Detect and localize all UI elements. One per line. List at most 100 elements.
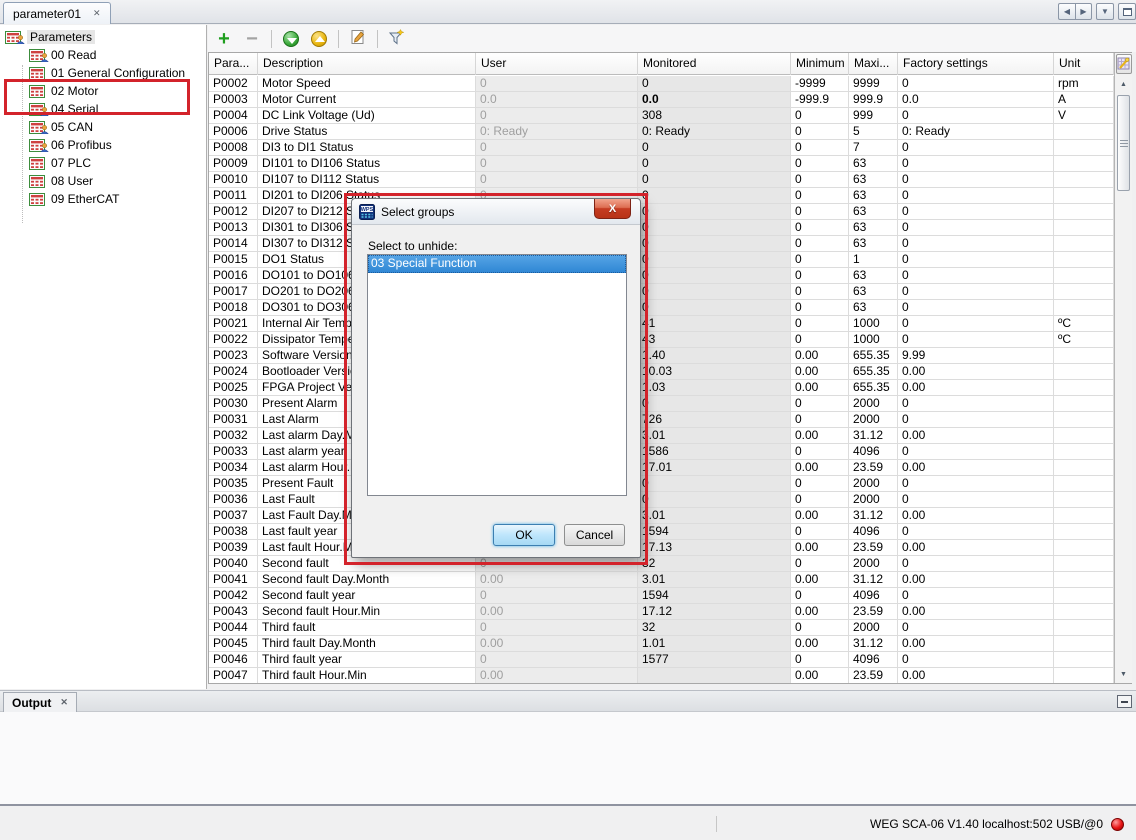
- table-row-P0030[interactable]: P0030Present Alarm00020000: [209, 396, 1114, 412]
- table-row-P0013[interactable]: P0013DI301 to DI306 Status000630: [209, 220, 1114, 236]
- tab-output[interactable]: Output ✕: [3, 692, 77, 712]
- table-row-P0008[interactable]: P0008DI3 to DI1 Status00070: [209, 140, 1114, 156]
- write-to-drive-button[interactable]: [308, 28, 330, 50]
- read-from-drive-button[interactable]: [280, 28, 302, 50]
- table-row-P0041[interactable]: P0041Second fault Day.Month0.003.010.003…: [209, 572, 1114, 588]
- table-row-P0045[interactable]: P0045Third fault Day.Month0.001.010.0031…: [209, 636, 1114, 652]
- tab-scroll-right-button[interactable]: ▶: [1075, 3, 1092, 20]
- cell-P0042-user[interactable]: 0: [476, 588, 638, 604]
- tree-item-06-profibus[interactable]: 06 Profibus: [29, 136, 112, 154]
- cell-P0046-user[interactable]: 0: [476, 652, 638, 668]
- table-row-P0040[interactable]: P0040Second fault032020000: [209, 556, 1114, 572]
- table-row-P0016[interactable]: P0016DO101 to DO106 Status000630: [209, 268, 1114, 284]
- column-header-description[interactable]: Description: [258, 53, 476, 75]
- cell-P0041-user[interactable]: 0.00: [476, 572, 638, 588]
- filter-groups-button[interactable]: [386, 28, 408, 50]
- column-header-unit[interactable]: Unit: [1054, 53, 1114, 75]
- cell-P0018-factory: 0: [898, 300, 1054, 316]
- table-row-P0044[interactable]: P0044Third fault032020000: [209, 620, 1114, 636]
- column-header-factorysettings[interactable]: Factory settings: [898, 53, 1054, 75]
- column-customize-button[interactable]: [1116, 54, 1132, 74]
- dialog-title-bar[interactable]: WPS Select groups X: [352, 199, 640, 225]
- tab-scroll-left-button[interactable]: ◀: [1058, 3, 1075, 20]
- table-row-P0014[interactable]: P0014DI307 to DI312 Status000630: [209, 236, 1114, 252]
- table-row-P0015[interactable]: P0015DO1 Status00010: [209, 252, 1114, 268]
- tree-item-08-user[interactable]: 08 User: [29, 172, 93, 190]
- table-row-P0002[interactable]: P0002Motor Speed00-999999990rpm: [209, 76, 1114, 92]
- restore-window-button[interactable]: [1118, 3, 1136, 20]
- table-row-P0032[interactable]: P0032Last alarm Day.Month0.003.010.0031.…: [209, 428, 1114, 444]
- group-list-item[interactable]: 03 Special Function: [368, 255, 626, 273]
- table-row-P0009[interactable]: P0009DI101 to DI106 Status000630: [209, 156, 1114, 172]
- cancel-button[interactable]: Cancel: [564, 524, 625, 546]
- cell-P0046-param: P0046: [209, 652, 258, 668]
- add-parameter-button[interactable]: +: [213, 28, 235, 50]
- tree-item-01-general-configuration[interactable]: 01 General Configuration: [29, 64, 185, 82]
- tree-item-05-can[interactable]: 05 CAN: [29, 118, 93, 136]
- table-row-P0024[interactable]: P0024Bootloader Version0.0010.030.00655.…: [209, 364, 1114, 380]
- vertical-scrollbar[interactable]: ▲ ▼: [1114, 53, 1132, 683]
- tab-close-icon[interactable]: ✕: [93, 9, 101, 18]
- cell-P0043-user[interactable]: 0.00: [476, 604, 638, 620]
- cell-P0006-user[interactable]: 0: Ready: [476, 124, 638, 140]
- scroll-up-button[interactable]: ▲: [1115, 77, 1132, 92]
- table-row-P0037[interactable]: P0037Last Fault Day.Month0.003.010.0031.…: [209, 508, 1114, 524]
- cell-P0010-user[interactable]: 0: [476, 172, 638, 188]
- cell-P0009-user[interactable]: 0: [476, 156, 638, 172]
- groups-listbox[interactable]: 03 Special Function: [367, 254, 627, 496]
- tree-item-00-read[interactable]: 00 Read: [29, 46, 96, 64]
- collapse-panel-button[interactable]: [1117, 695, 1132, 708]
- tree-item-02-motor[interactable]: 02 Motor: [29, 82, 98, 100]
- table-row-P0012[interactable]: P0012DI207 to DI212 Status000630: [209, 204, 1114, 220]
- table-row-P0031[interactable]: P0031Last Alarm0726020000: [209, 412, 1114, 428]
- table-row-P0038[interactable]: P0038Last fault year01594040960: [209, 524, 1114, 540]
- tree-item-parameters-root[interactable]: Parameters: [5, 28, 95, 46]
- table-row-P0036[interactable]: P0036Last Fault00020000: [209, 492, 1114, 508]
- cell-P0002-user[interactable]: 0: [476, 76, 638, 92]
- column-header-user[interactable]: User: [476, 53, 638, 75]
- cell-P0004-user[interactable]: 0: [476, 108, 638, 124]
- cell-P0040-user[interactable]: 0: [476, 556, 638, 572]
- cell-P0015-unit: [1054, 252, 1114, 268]
- table-row-P0003[interactable]: P0003Motor Current0.00.0-999.9999.90.0A: [209, 92, 1114, 108]
- table-row-P0011[interactable]: P0011DI201 to DI206 Status000630: [209, 188, 1114, 204]
- table-row-P0004[interactable]: P0004DC Link Voltage (Ud)030809990V: [209, 108, 1114, 124]
- tab-list-button[interactable]: ▼: [1096, 3, 1114, 20]
- table-row-P0039[interactable]: P0039Last fault Hour.Min0.0017.130.0023.…: [209, 540, 1114, 556]
- table-row-P0046[interactable]: P0046Third fault year01577040960: [209, 652, 1114, 668]
- table-row-P0018[interactable]: P0018DO301 to DO306 Status000630: [209, 300, 1114, 316]
- table-row-P0022[interactable]: P0022Dissipator Temperature043010000ºC: [209, 332, 1114, 348]
- cell-P0045-user[interactable]: 0.00: [476, 636, 638, 652]
- table-row-P0033[interactable]: P0033Last alarm year01586040960: [209, 444, 1114, 460]
- column-header-minimum[interactable]: Minimum: [791, 53, 849, 75]
- edit-parameter-button[interactable]: [347, 28, 369, 50]
- tree-item-07-plc[interactable]: 07 PLC: [29, 154, 91, 172]
- table-row-P0010[interactable]: P0010DI107 to DI112 Status000630: [209, 172, 1114, 188]
- table-row-P0047[interactable]: P0047Third fault Hour.Min0.000.0023.590.…: [209, 668, 1114, 683]
- remove-parameter-button[interactable]: −: [241, 28, 263, 50]
- scrollbar-thumb[interactable]: [1117, 95, 1130, 191]
- table-row-P0021[interactable]: P0021Internal Air Temperature041010000ºC: [209, 316, 1114, 332]
- column-header-para[interactable]: Para...: [209, 53, 258, 75]
- cell-P0003-user[interactable]: 0.0: [476, 92, 638, 108]
- table-row-P0017[interactable]: P0017DO201 to DO206 Status000630: [209, 284, 1114, 300]
- table-row-P0035[interactable]: P0035Present Fault00020000: [209, 476, 1114, 492]
- cell-P0047-user[interactable]: 0.00: [476, 668, 638, 683]
- table-row-P0025[interactable]: P0025FPGA Project Version0.001.030.00655…: [209, 380, 1114, 396]
- table-row-P0042[interactable]: P0042Second fault year01594040960: [209, 588, 1114, 604]
- tree-item-04-serial[interactable]: 04 Serial: [29, 100, 98, 118]
- cell-P0008-user[interactable]: 0: [476, 140, 638, 156]
- column-header-maxi[interactable]: Maxi...: [849, 53, 898, 75]
- table-row-P0023[interactable]: P0023Software Version0.001.400.00655.359…: [209, 348, 1114, 364]
- tab-parameter01[interactable]: parameter01 ✕: [3, 2, 111, 24]
- tree-item-09-ethercat[interactable]: 09 EtherCAT: [29, 190, 119, 208]
- table-row-P0006[interactable]: P0006Drive Status0: Ready0: Ready050: Re…: [209, 124, 1114, 140]
- table-row-P0034[interactable]: P0034Last alarm Hour.Min0.0017.010.0023.…: [209, 460, 1114, 476]
- output-tab-close-icon[interactable]: ✕: [60, 698, 68, 707]
- ok-button[interactable]: OK: [493, 524, 555, 546]
- column-header-monitored[interactable]: Monitored: [638, 53, 791, 75]
- scroll-down-button[interactable]: ▼: [1115, 667, 1132, 682]
- table-row-P0043[interactable]: P0043Second fault Hour.Min0.0017.120.002…: [209, 604, 1114, 620]
- dialog-close-button[interactable]: X: [594, 199, 631, 219]
- cell-P0044-user[interactable]: 0: [476, 620, 638, 636]
